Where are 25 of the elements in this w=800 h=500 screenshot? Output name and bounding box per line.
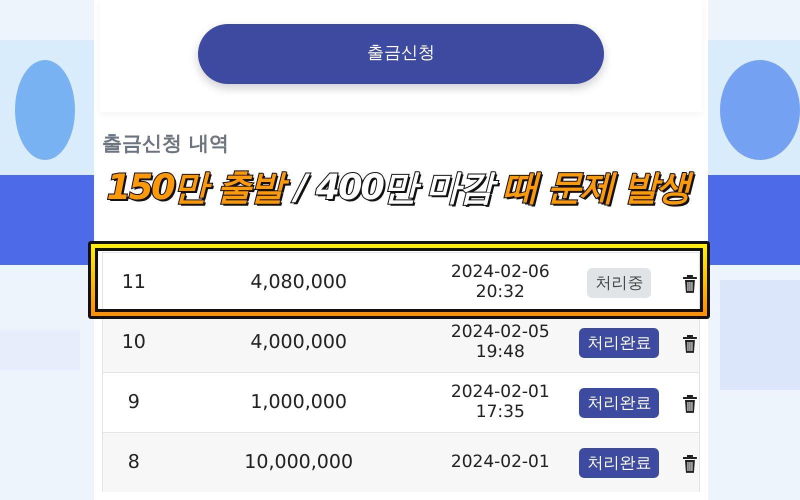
number-cell-text: 11 <box>120 270 147 296</box>
number-cell-text: 10 <box>120 330 147 356</box>
number-cell-text: 9 <box>126 390 141 416</box>
delete-icon[interactable] <box>681 452 699 472</box>
status-badge: 처리완료 <box>579 388 660 418</box>
delete-icon[interactable] <box>681 392 699 412</box>
amount-cell-text: 4,000,000 <box>249 330 348 356</box>
status-badge: 처리중 <box>587 268 652 298</box>
amount-cell-text: 4,080,000 <box>249 270 348 296</box>
status-badge: 처리완료 <box>579 448 660 478</box>
withdraw-button[interactable]: 출금신청 <box>198 24 604 84</box>
amount-cell-text: 1,000,000 <box>249 390 348 416</box>
delete-icon[interactable] <box>681 332 699 352</box>
date-cell-text: 2024-02-01 17:35 <box>450 382 551 422</box>
amount-cell-text: 10,000,000 <box>243 450 354 476</box>
status-badge: 처리완료 <box>579 328 660 358</box>
section-title: 출금신청 내역 <box>102 130 229 157</box>
date-cell-text: 2024-02-06 20:32 <box>450 262 551 302</box>
number-cell-text: 8 <box>126 450 141 476</box>
caption-text: 때 문제 발생 <box>500 164 698 215</box>
date-cell-text: 2024-02-01 <box>450 452 551 472</box>
caption-text: 150만 출발 <box>102 164 291 215</box>
delete-icon[interactable] <box>681 272 699 292</box>
date-cell-text: 2024-02-05 19:48 <box>450 322 551 362</box>
caption-text: / 400만 마감 <box>290 164 500 215</box>
